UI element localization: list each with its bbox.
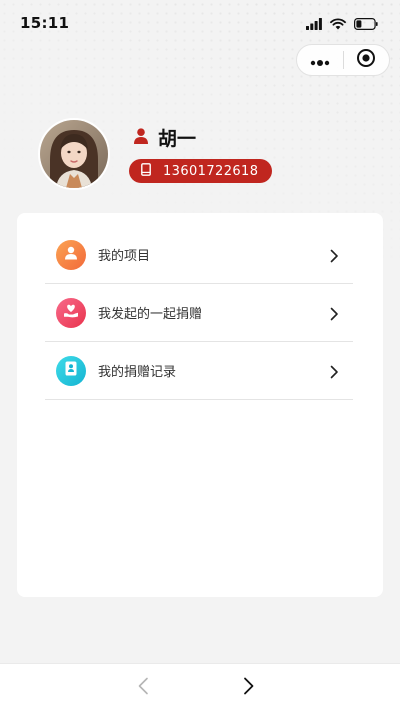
- chevron-right-icon: [329, 306, 339, 320]
- status-bar: 15:11: [0, 0, 400, 44]
- menu-item-label: 我的项目: [98, 249, 151, 264]
- heart-hand-icon: [63, 303, 79, 322]
- chevron-right-icon: [243, 677, 255, 699]
- joint-donations-icon-circle: [56, 297, 86, 328]
- wifi-icon: [330, 15, 346, 34]
- phone-badge: 13601722618: [129, 159, 273, 183]
- miniprogram-capsule: [296, 44, 390, 76]
- menu-item-my-joint-donations[interactable]: 我发起的一起捐赠: [45, 284, 353, 342]
- name-row: 胡一: [134, 124, 196, 151]
- menu-card: 我的项目 我发起的一起捐赠 我的捐赠记录: [17, 213, 383, 597]
- back-button[interactable]: [132, 676, 154, 700]
- more-dots-icon: [310, 51, 330, 70]
- user-name: 胡一: [158, 128, 197, 150]
- signal-icon: [306, 15, 322, 34]
- donation-records-icon-circle: [56, 355, 86, 386]
- chevron-left-icon: [137, 677, 149, 699]
- target-circle-icon: [356, 48, 376, 72]
- menu-item-my-donation-records[interactable]: 我的捐赠记录: [45, 342, 353, 400]
- record-icon: [65, 361, 77, 380]
- chevron-right-icon: [329, 248, 339, 262]
- status-icons: [306, 15, 378, 34]
- phone-icon: [141, 162, 151, 180]
- profile-header: 胡一 13601722618: [38, 118, 368, 192]
- battery-icon: [354, 15, 378, 34]
- more-button[interactable]: [297, 45, 343, 75]
- bottom-navigation-bar: [0, 663, 400, 712]
- person-icon: [134, 127, 148, 148]
- forward-button[interactable]: [238, 676, 260, 700]
- menu-item-label: 我的捐赠记录: [98, 365, 177, 380]
- status-time: 15:11: [20, 14, 70, 32]
- chevron-right-icon: [329, 364, 339, 378]
- close-miniprogram-button[interactable]: [343, 45, 389, 75]
- phone-number: 13601722618: [163, 163, 259, 179]
- avatar[interactable]: [38, 118, 110, 190]
- user-icon: [64, 245, 78, 264]
- my-projects-icon-circle: [56, 239, 86, 270]
- menu-item-my-projects[interactable]: 我的项目: [45, 226, 353, 284]
- menu-list: 我的项目 我发起的一起捐赠 我的捐赠记录: [45, 226, 353, 400]
- menu-item-label: 我发起的一起捐赠: [98, 307, 203, 322]
